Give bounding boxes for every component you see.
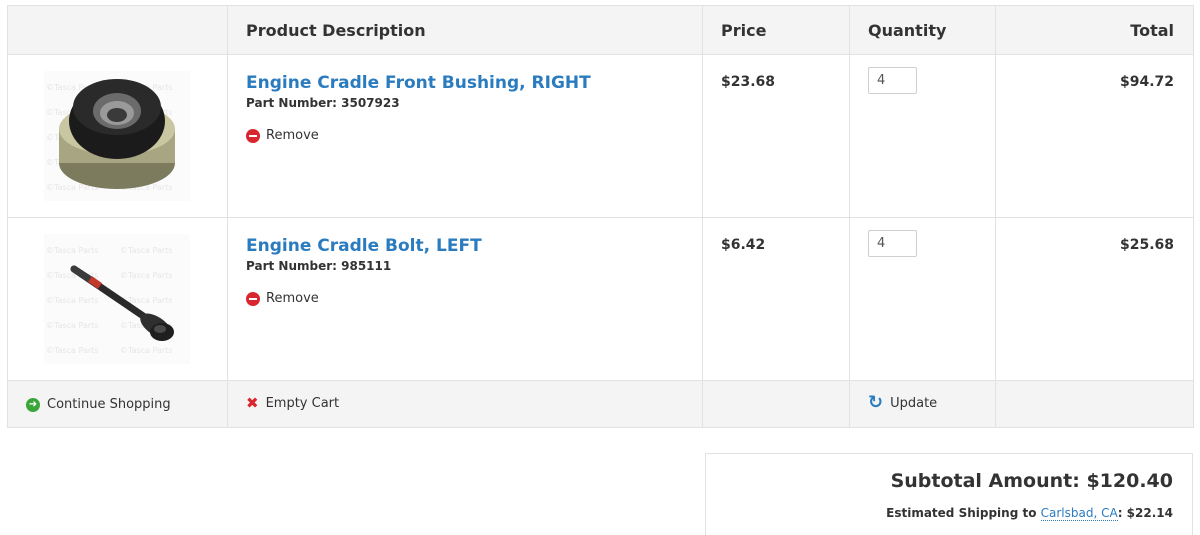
continue-shopping-label: Continue Shopping [47, 397, 171, 413]
item-total: $94.72 [995, 54, 1194, 218]
remove-button[interactable]: Remove [246, 128, 319, 143]
blank-cell [702, 380, 850, 428]
bushing-image[interactable]: ©Tasca Parts ©Tasca Parts ©Tasca Parts ©… [44, 71, 190, 201]
product-name-link[interactable]: Engine Cradle Bolt, LEFT [246, 235, 684, 257]
item-price: $23.68 [702, 54, 850, 218]
header-total: Total [995, 5, 1194, 55]
update-cell: ↻ Update [849, 380, 996, 428]
item-image-cell: ©Tasca Parts ©Tasca Parts ©Tasca Parts ©… [7, 217, 228, 381]
minus-circle-icon [246, 128, 260, 143]
part-number: Part Number: 3507923 [246, 96, 400, 110]
order-summary: Subtotal Amount: $120.40 Estimated Shipp… [705, 453, 1193, 535]
item-quantity-cell [849, 54, 996, 218]
shipping-prefix: Estimated Shipping to [886, 506, 1041, 520]
arrow-right-circle-icon: ➜ [26, 397, 40, 412]
remove-button[interactable]: Remove [246, 291, 319, 306]
cart-item-row: ©Tasca Parts ©Tasca Parts ©Tasca Parts ©… [7, 217, 1194, 381]
item-image-cell: ©Tasca Parts ©Tasca Parts ©Tasca Parts ©… [7, 54, 228, 218]
update-button[interactable]: ↻ Update [868, 392, 938, 414]
bolt-illustration [70, 265, 174, 341]
continue-shopping-button[interactable]: ➜ Continue Shopping [26, 397, 171, 412]
empty-cart-label: Empty Cart [265, 395, 340, 411]
subtotal-amount: Subtotal Amount: $120.40 [890, 470, 1173, 492]
remove-label: Remove [266, 291, 319, 306]
item-price: $6.42 [702, 217, 850, 381]
part-number: Part Number: 985111 [246, 259, 392, 273]
blank-cell [995, 380, 1194, 428]
header-image [7, 5, 228, 55]
item-quantity-cell [849, 217, 996, 381]
header-quantity: Quantity [849, 5, 996, 55]
quantity-input[interactable] [868, 67, 917, 94]
update-label: Update [890, 395, 938, 411]
bushing-illustration [59, 79, 175, 189]
minus-circle-icon [246, 291, 260, 306]
refresh-icon: ↻ [868, 392, 884, 414]
continue-cell: ➜ Continue Shopping [7, 380, 228, 428]
item-description-cell: Engine Cradle Front Bushing, RIGHT Part … [227, 54, 703, 218]
estimated-shipping: Estimated Shipping to Carlsbad, CA: $22.… [725, 506, 1173, 521]
item-total: $25.68 [995, 217, 1194, 381]
cart-header-row: Product Description Price Quantity Total [7, 5, 1194, 55]
close-icon: ✖ [246, 394, 259, 413]
item-description-cell: Engine Cradle Bolt, LEFT Part Number: 98… [227, 217, 703, 381]
shipping-cost: : $22.14 [1117, 506, 1173, 520]
quantity-input[interactable] [868, 230, 917, 257]
remove-label: Remove [266, 128, 319, 143]
bolt-image[interactable]: ©Tasca Parts ©Tasca Parts ©Tasca Parts ©… [44, 234, 190, 364]
cart-actions-row: ➜ Continue Shopping ✖ Empty Cart ↻ Updat… [7, 380, 1194, 428]
cart-table: Product Description Price Quantity Total… [7, 5, 1194, 428]
cart-item-row: ©Tasca Parts ©Tasca Parts ©Tasca Parts ©… [7, 54, 1194, 218]
product-name-link[interactable]: Engine Cradle Front Bushing, RIGHT [246, 72, 684, 94]
shipping-location-link[interactable]: Carlsbad, CA [1040, 506, 1118, 521]
header-description: Product Description [227, 5, 703, 55]
header-price: Price [702, 5, 850, 55]
empty-cart-button[interactable]: ✖ Empty Cart [246, 396, 339, 411]
empty-cell: ✖ Empty Cart [227, 380, 703, 428]
